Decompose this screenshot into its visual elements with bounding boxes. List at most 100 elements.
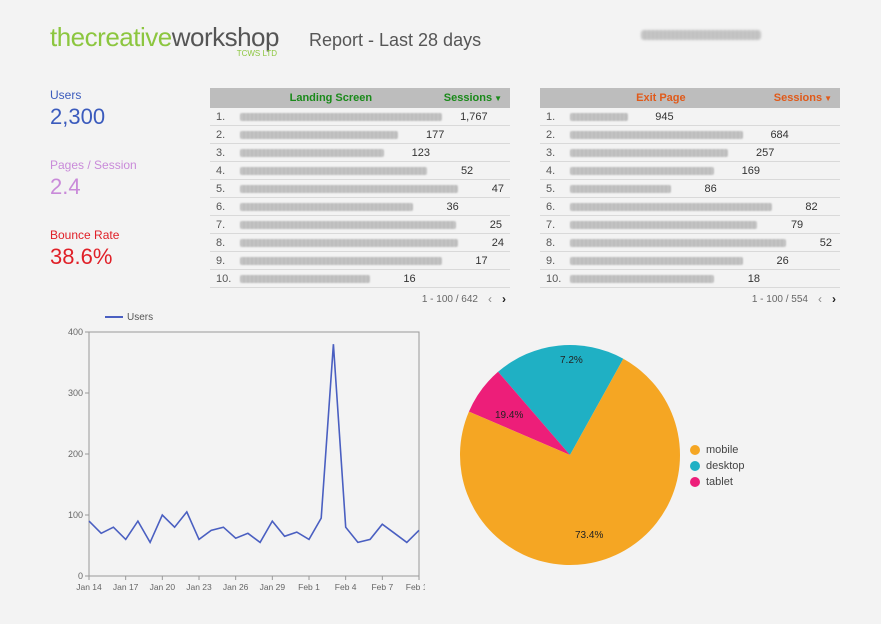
redacted-text	[240, 221, 456, 229]
landing-head-right[interactable]: Sessions▼	[444, 92, 502, 104]
pie-label-tablet: tablet	[706, 476, 733, 488]
svg-text:Jan 14: Jan 14	[76, 582, 102, 592]
swatch-tablet	[690, 477, 700, 487]
table-row[interactable]: 6.36	[210, 198, 510, 216]
svg-text:100: 100	[68, 510, 83, 520]
table-row[interactable]: 8.24	[210, 234, 510, 252]
landing-pager: 1 - 100 / 642 ‹ ›	[210, 288, 510, 310]
table-row[interactable]: 10.16	[210, 270, 510, 288]
stat-users-value: 2,300	[50, 104, 180, 130]
logo-workshop: workshop	[172, 22, 279, 52]
table-row[interactable]: 5.86	[540, 180, 840, 198]
redacted-text	[570, 203, 772, 211]
redacted-text	[641, 30, 761, 40]
stat-users-label: Users	[50, 88, 180, 102]
swatch-mobile	[690, 445, 700, 455]
row-value: 36	[419, 201, 459, 213]
pager-prev-icon[interactable]: ‹	[818, 292, 822, 306]
exit-head-right-text: Sessions	[774, 92, 822, 104]
table-row[interactable]: 8.52	[540, 234, 840, 252]
stat-users: Users 2,300	[50, 88, 180, 130]
row-value: 123	[390, 147, 430, 159]
pie-label-desktop: desktop	[706, 460, 745, 472]
redacted-text	[240, 167, 427, 175]
redacted-text	[570, 275, 714, 283]
redacted-text	[240, 185, 458, 193]
logo: thecreativeworkshop TCWS LTD	[50, 22, 279, 58]
redacted-text	[570, 221, 757, 229]
pie-chart-svg	[455, 340, 685, 570]
summary-stats: Users 2,300 Pages / Session 2.4 Bounce R…	[50, 88, 180, 298]
row-value: 25	[462, 219, 502, 231]
table-row[interactable]: 3.123	[210, 144, 510, 162]
row-index: 7.	[216, 219, 234, 231]
exit-head-right[interactable]: Sessions▼	[774, 92, 832, 104]
table-row[interactable]: 10.18	[540, 270, 840, 288]
exit-table-header[interactable]: Exit Page Sessions▼	[540, 88, 840, 108]
row-value: 16	[376, 273, 416, 285]
table-row[interactable]: 1.945	[540, 108, 840, 126]
table-row[interactable]: 5.47	[210, 180, 510, 198]
svg-text:Feb 4: Feb 4	[335, 582, 357, 592]
redacted-text	[570, 131, 743, 139]
landing-pager-text: 1 - 100 / 642	[422, 294, 478, 305]
pie-legend-desktop: desktop	[690, 458, 745, 474]
row-index: 5.	[546, 183, 564, 195]
table-row[interactable]: 4.52	[210, 162, 510, 180]
table-row[interactable]: 2.177	[210, 126, 510, 144]
row-index: 9.	[216, 255, 234, 267]
table-row[interactable]: 9.26	[540, 252, 840, 270]
redacted-text	[240, 149, 384, 157]
exit-table: Exit Page Sessions▼ 1.945 2. 684 3.257 4. 169…	[540, 88, 840, 310]
pie-pct-tablet: 7.2%	[560, 355, 583, 366]
redacted-text	[570, 257, 743, 265]
landing-head-left[interactable]: Landing Screen	[218, 92, 444, 104]
table-row[interactable]: 6.82	[540, 198, 840, 216]
svg-text:300: 300	[68, 388, 83, 398]
table-row[interactable]: 2. 684	[540, 126, 840, 144]
stat-pps-value: 2.4	[50, 174, 180, 200]
svg-text:Feb 10: Feb 10	[406, 582, 425, 592]
pager-next-icon[interactable]: ›	[502, 292, 506, 306]
row-value: 17	[448, 255, 488, 267]
svg-text:Jan 20: Jan 20	[150, 582, 176, 592]
logo-the: the	[50, 22, 85, 52]
stat-pps-label: Pages / Session	[50, 158, 180, 172]
row-value: 18	[720, 273, 760, 285]
svg-text:Jan 17: Jan 17	[113, 582, 139, 592]
exit-pager: 1 - 100 / 554 ‹ ›	[540, 288, 840, 310]
svg-text:400: 400	[68, 327, 83, 337]
table-row[interactable]: 3.257	[540, 144, 840, 162]
row-value: 257	[734, 147, 774, 159]
table-row[interactable]: 7.25	[210, 216, 510, 234]
table-row[interactable]: 9.17	[210, 252, 510, 270]
row-index: 1.	[216, 111, 234, 123]
pager-prev-icon[interactable]: ‹	[488, 292, 492, 306]
exit-head-left[interactable]: Exit Page	[548, 92, 774, 104]
row-value: 945	[634, 111, 674, 123]
row-index: 6.	[546, 201, 564, 213]
row-index: 4.	[546, 165, 564, 177]
redacted-text	[240, 275, 370, 283]
row-value: 169	[720, 165, 760, 177]
header: thecreativeworkshop TCWS LTD Report - La…	[50, 22, 831, 58]
row-index: 7.	[546, 219, 564, 231]
pie-legend-mobile: mobile	[690, 442, 745, 458]
table-row[interactable]: 7.79	[540, 216, 840, 234]
row-value: 684	[749, 129, 789, 141]
table-row[interactable]: 4. 169	[540, 162, 840, 180]
stat-bounce-value: 38.6%	[50, 244, 180, 270]
landing-table-header[interactable]: Landing Screen Sessions▼	[210, 88, 510, 108]
table-row[interactable]: 1.1,767	[210, 108, 510, 126]
row-value: 52	[433, 165, 473, 177]
redacted-text	[570, 185, 671, 193]
pager-next-icon[interactable]: ›	[832, 292, 836, 306]
redacted-text	[240, 113, 442, 121]
svg-text:Jan 23: Jan 23	[186, 582, 212, 592]
redacted-text	[570, 149, 728, 157]
row-index: 9.	[546, 255, 564, 267]
row-index: 2.	[546, 129, 564, 141]
logo-creative: creative	[85, 22, 172, 52]
svg-text:200: 200	[68, 449, 83, 459]
exit-pager-text: 1 - 100 / 554	[752, 294, 808, 305]
